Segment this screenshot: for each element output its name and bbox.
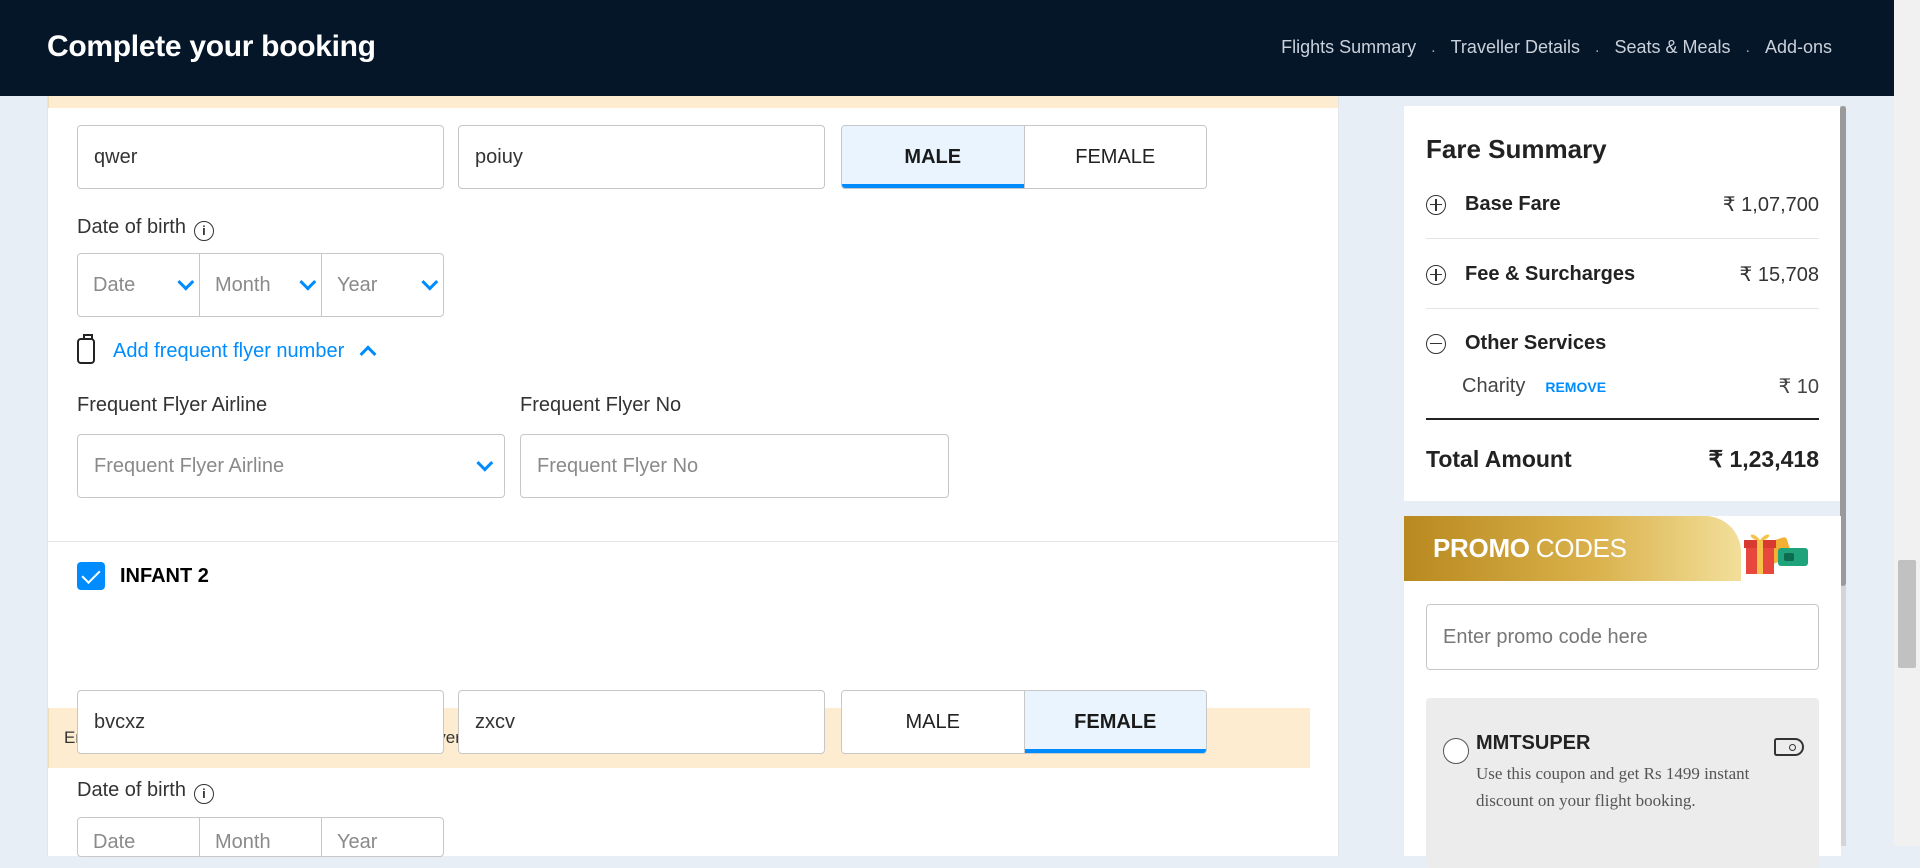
- dob-label: Date of birth: [77, 216, 186, 238]
- traveller-details-card: qwer poiuy MALE FEMALE Date of birth i Da…: [47, 96, 1339, 857]
- dob-date-select[interactable]: Date: [78, 254, 199, 316]
- dob-date-value: Date: [93, 273, 136, 296]
- infant-dob-label: Date of birth: [77, 779, 186, 801]
- coupon-code: MMTSUPER: [1476, 732, 1591, 754]
- infant-dob-year-value: Year: [337, 831, 378, 853]
- fees-label: Fee & Surcharges: [1465, 263, 1636, 285]
- fare-summary-card: Fare Summary Base Fare ₹ 1,07,700 Fee & …: [1404, 106, 1841, 501]
- charity-remove-button[interactable]: REMOVE: [1545, 379, 1606, 395]
- promo-codes-banner: PROMO CODES: [1404, 516, 1741, 581]
- total-amount-value: ₹ 1,23,418: [1708, 446, 1819, 472]
- info-icon[interactable]: i: [193, 784, 214, 804]
- promo-title-bold: PROMO: [1433, 533, 1530, 563]
- last-name-input[interactable]: poiuy: [458, 125, 825, 189]
- ff-airline-placeholder: Frequent Flyer Airline: [94, 454, 285, 477]
- booking-steps: Flights Summary . Traveller Details . Se…: [1281, 37, 1832, 58]
- gender-male-button[interactable]: MALE: [842, 126, 1024, 188]
- fees-row[interactable]: Fee & Surcharges ₹ 15,708: [1426, 262, 1819, 287]
- tag-icon: [1774, 738, 1804, 756]
- charity-row: Charity REMOVE ₹ 10: [1462, 374, 1819, 399]
- fare-divider: [1426, 308, 1819, 309]
- info-icon[interactable]: i: [193, 221, 214, 241]
- sidebar-scrollbar-thumb[interactable]: [1840, 106, 1846, 586]
- infant-gender-male-button[interactable]: MALE: [842, 691, 1024, 753]
- base-fare-row[interactable]: Base Fare ₹ 1,07,700: [1426, 192, 1819, 217]
- gender-toggle: MALE FEMALE: [841, 125, 1207, 189]
- infant-gender-female-button[interactable]: FEMALE: [1023, 691, 1206, 753]
- plus-circle-icon[interactable]: [1426, 194, 1446, 215]
- infant-dob-selector: Date Month Year: [77, 817, 444, 857]
- step-traveller-details[interactable]: Traveller Details: [1451, 37, 1580, 58]
- ff-airline-label: Frequent Flyer Airline: [77, 394, 268, 416]
- step-flights-summary[interactable]: Flights Summary: [1281, 37, 1416, 58]
- page-scrollbar-track[interactable]: [1894, 0, 1920, 846]
- base-fare-label: Base Fare: [1465, 193, 1561, 215]
- frequent-flyer-link-label: Add frequent flyer number: [113, 339, 345, 362]
- promo-codes-card: PROMO CODES Enter promo code here MMTSUP…: [1404, 516, 1841, 868]
- chevron-down-icon: [177, 273, 195, 291]
- dob-year-select[interactable]: Year: [321, 254, 443, 316]
- chevron-down-icon: [476, 454, 494, 472]
- infant-dob-month-select[interactable]: Month: [199, 818, 321, 856]
- step-add-ons[interactable]: Add-ons: [1765, 37, 1832, 58]
- minus-circle-icon[interactable]: [1426, 333, 1446, 354]
- other-services-label: Other Services: [1465, 332, 1607, 354]
- charity-label: Charity: [1462, 375, 1526, 397]
- plus-circle-icon[interactable]: [1426, 264, 1446, 285]
- infant-dob-label-wrap: Date of birth i: [77, 779, 214, 804]
- base-fare-value: ₹ 1,07,700: [1722, 194, 1819, 216]
- step-separator: .: [1594, 38, 1600, 56]
- step-separator: .: [1745, 38, 1750, 56]
- add-frequent-flyer-link[interactable]: Add frequent flyer number: [77, 334, 377, 364]
- chevron-down-icon: [299, 273, 317, 291]
- infant-first-name-input[interactable]: bvcxz: [77, 690, 444, 754]
- coupon-radio[interactable]: [1443, 738, 1469, 764]
- dob-month-value: Month: [215, 273, 271, 296]
- gift-icon: [1744, 534, 1808, 574]
- chevron-up-icon: [359, 345, 377, 363]
- ff-number-label: Frequent Flyer No: [520, 394, 682, 416]
- step-seats-meals[interactable]: Seats & Meals: [1614, 37, 1730, 58]
- coupon-card[interactable]: MMTSUPER Use this coupon and get Rs 1499…: [1426, 698, 1819, 868]
- page-scrollbar-thumb[interactable]: [1898, 560, 1916, 668]
- infant-2-checkbox[interactable]: [77, 562, 105, 590]
- section-divider: [48, 541, 1338, 542]
- dob-month-select[interactable]: Month: [199, 254, 321, 316]
- infant-dob-year-select[interactable]: Year: [321, 818, 443, 856]
- infant-2-title: INFANT 2: [120, 565, 209, 587]
- page-title: Complete your booking: [47, 30, 376, 63]
- total-divider: [1426, 418, 1819, 420]
- infant-dob-date-select[interactable]: Date: [78, 818, 199, 856]
- total-amount-label: Total Amount: [1426, 446, 1572, 472]
- step-separator: .: [1431, 38, 1436, 56]
- fare-summary-title: Fare Summary: [1426, 134, 1607, 164]
- total-amount-row: Total Amount ₹ 1,23,418: [1426, 446, 1819, 473]
- promo-code-input[interactable]: Enter promo code here: [1426, 604, 1819, 670]
- infant-gender-toggle: MALE FEMALE: [841, 690, 1207, 754]
- ff-number-input[interactable]: Frequent Flyer No: [520, 434, 949, 498]
- other-services-row[interactable]: Other Services: [1426, 332, 1819, 355]
- top-header: Complete your booking Flights Summary . …: [0, 0, 1894, 96]
- first-name-input[interactable]: qwer: [77, 125, 444, 189]
- infant-last-name-input[interactable]: zxcv: [458, 690, 825, 754]
- infant-dob-date-value: Date: [93, 831, 136, 853]
- fees-value: ₹ 15,708: [1739, 264, 1819, 286]
- dob-selector: Date Month Year: [77, 253, 444, 317]
- luggage-icon: [77, 334, 95, 364]
- ff-airline-select[interactable]: Frequent Flyer Airline: [77, 434, 505, 498]
- charity-value: ₹ 10: [1778, 376, 1819, 398]
- infant-dob-month-value: Month: [215, 831, 271, 853]
- dob-year-value: Year: [337, 273, 378, 296]
- dob-label-wrap: Date of birth i: [77, 216, 214, 241]
- gender-female-button[interactable]: FEMALE: [1023, 126, 1206, 188]
- coupon-description: Use this coupon and get Rs 1499 instant …: [1476, 764, 1750, 810]
- chevron-down-icon: [421, 273, 439, 291]
- promo-title-rest: CODES: [1535, 533, 1627, 563]
- fare-divider: [1426, 238, 1819, 239]
